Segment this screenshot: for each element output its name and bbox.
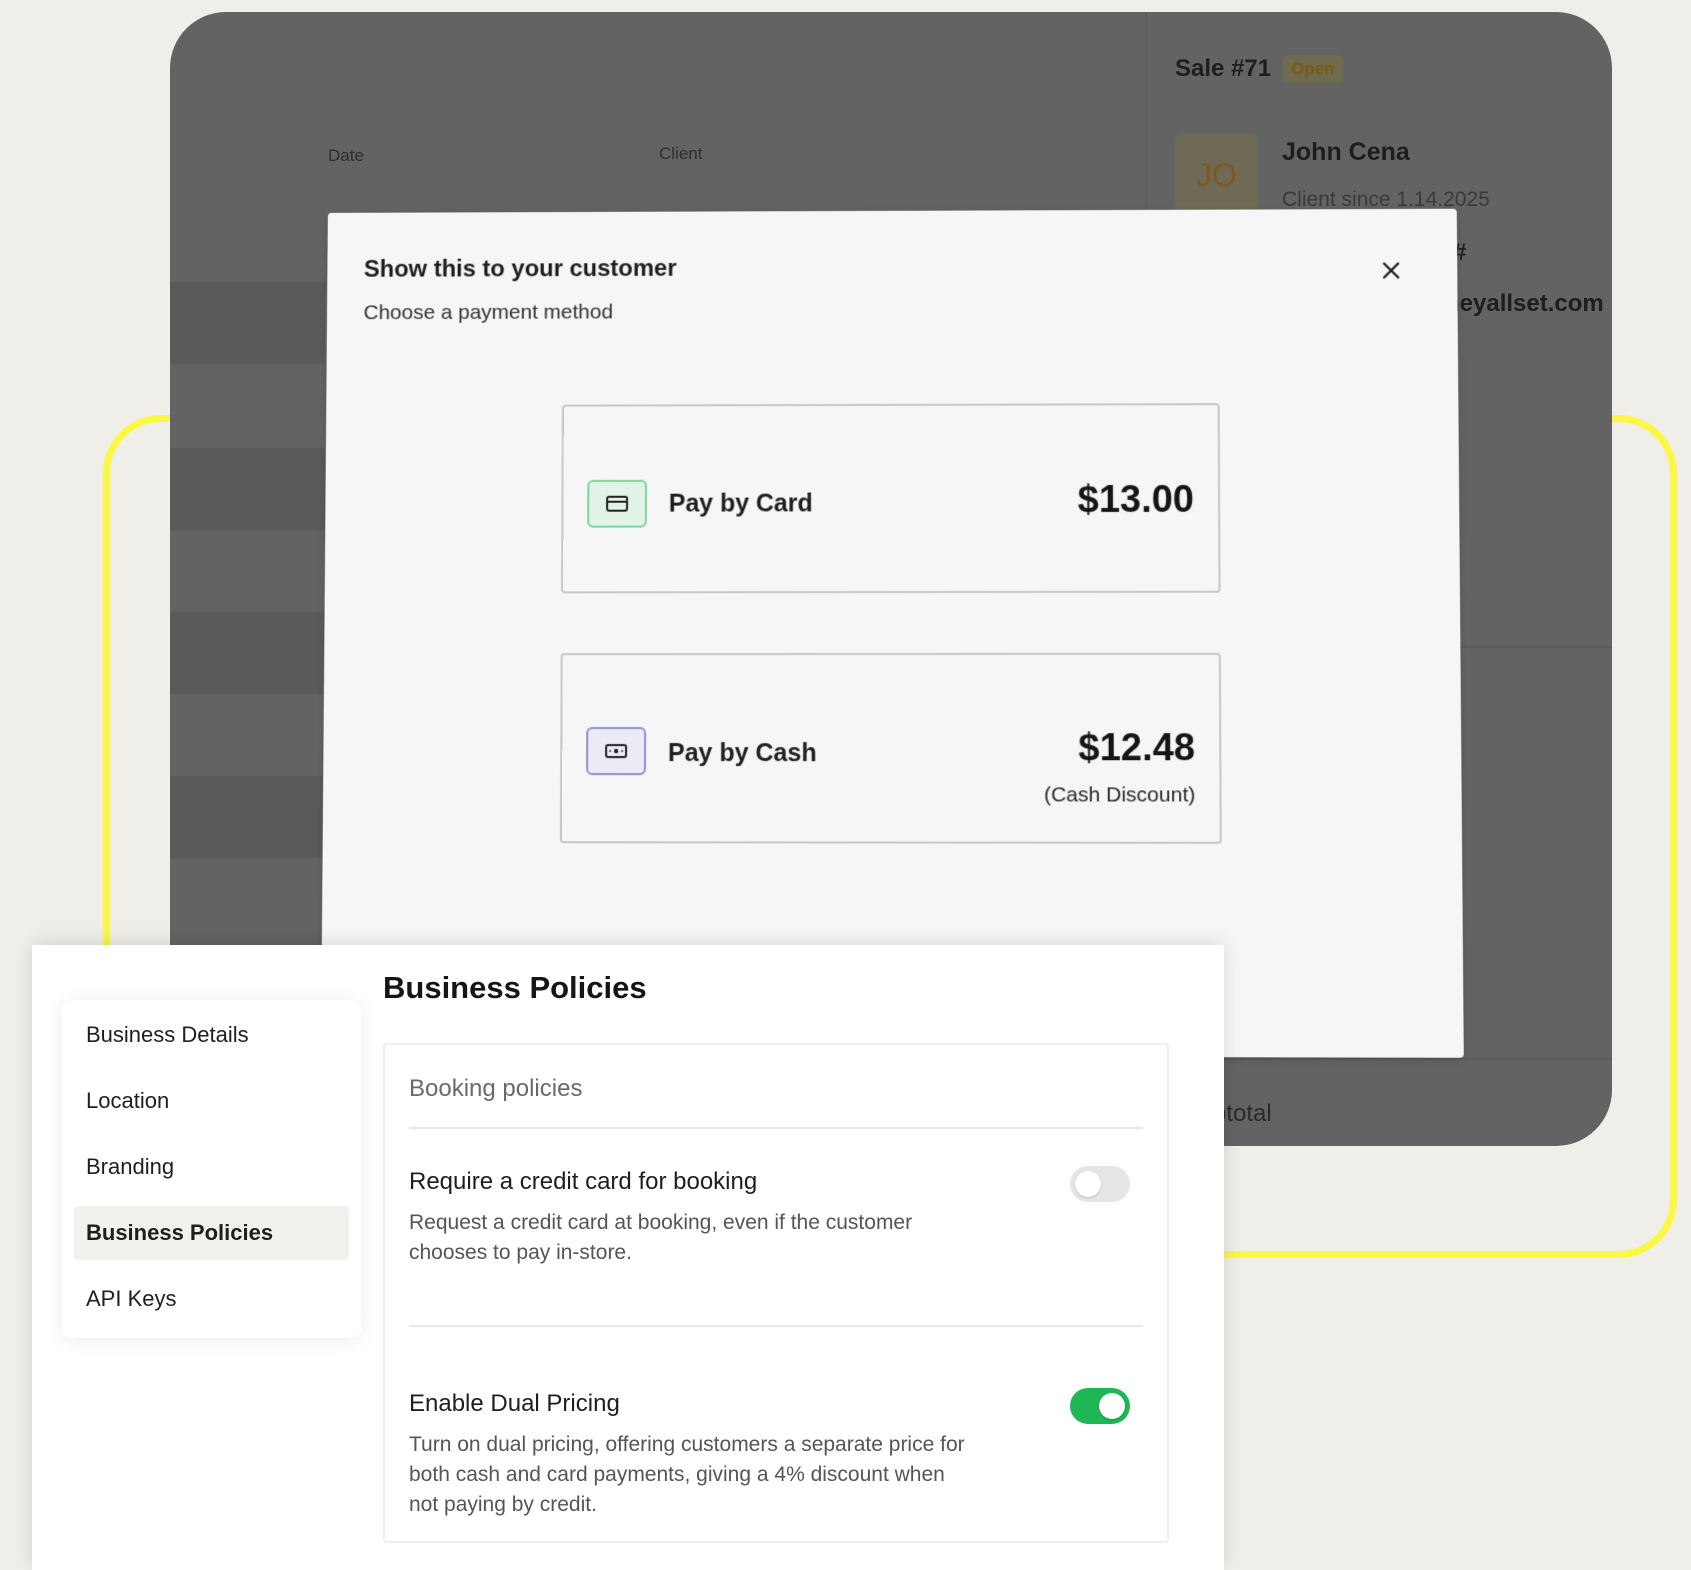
divider: [409, 1127, 1143, 1129]
section-title: Booking policies: [409, 1075, 582, 1103]
toggle-knob: [1099, 1393, 1125, 1419]
page-title: Business Policies: [383, 970, 647, 1006]
status-badge: Open: [1283, 55, 1342, 83]
payment-modal: Show this to your customer Choose a paym…: [321, 209, 1464, 1058]
modal-subtitle: Choose a payment method: [363, 301, 613, 325]
close-icon: [1382, 262, 1400, 280]
booking-policies-card: Booking policies Require a credit card f…: [383, 1043, 1169, 1543]
policy-title: Enable Dual Pricing: [409, 1390, 620, 1418]
table-row: [170, 282, 325, 364]
pay-option-label: Pay by Cash: [668, 739, 817, 768]
divider: [409, 1325, 1143, 1327]
settings-panel: Business Details Location Branding Busin…: [32, 945, 1224, 1570]
close-button[interactable]: [1371, 251, 1411, 291]
sale-header: Sale #71 Open: [1175, 55, 1343, 83]
client-name: John Cena: [1282, 138, 1410, 167]
client-email-fragment: heyallset.com: [1445, 290, 1604, 318]
column-header-client: Client: [659, 144, 702, 164]
table-row: [170, 776, 325, 858]
policy-title: Require a credit card for booking: [409, 1168, 757, 1196]
nav-item-business-details[interactable]: Business Details: [74, 1008, 349, 1062]
table-row: [170, 612, 325, 694]
nav-item-business-policies[interactable]: Business Policies: [74, 1206, 349, 1260]
policy-description: Request a credit card at booking, even i…: [409, 1208, 979, 1268]
avatar: JO: [1175, 134, 1258, 217]
nav-item-api-keys[interactable]: API Keys: [74, 1272, 349, 1326]
column-header-date: Date: [328, 146, 364, 166]
nav-item-location[interactable]: Location: [74, 1074, 349, 1128]
dual-pricing-toggle[interactable]: [1070, 1388, 1130, 1424]
require-credit-card-toggle[interactable]: [1070, 1166, 1130, 1202]
policy-description: Turn on dual pricing, offering customers…: [409, 1430, 979, 1520]
table-row: [170, 448, 325, 530]
sale-title: Sale #71: [1175, 55, 1271, 83]
pay-option-note: (Cash Discount): [1044, 783, 1195, 807]
nav-item-branding[interactable]: Branding: [74, 1140, 349, 1194]
pay-option-amount: $13.00: [1078, 479, 1195, 522]
pay-option-amount: $12.48: [1078, 727, 1195, 770]
toggle-knob: [1075, 1171, 1101, 1197]
pay-by-cash-option[interactable]: Pay by Cash $12.48 (Cash Discount): [560, 653, 1222, 844]
pay-by-card-option[interactable]: Pay by Card $13.00: [561, 403, 1221, 593]
cash-icon: [586, 727, 646, 775]
modal-title: Show this to your customer: [364, 255, 677, 284]
settings-nav: Business Details Location Branding Busin…: [62, 1000, 361, 1338]
credit-card-icon: [587, 480, 647, 528]
pay-option-label: Pay by Card: [669, 490, 813, 519]
